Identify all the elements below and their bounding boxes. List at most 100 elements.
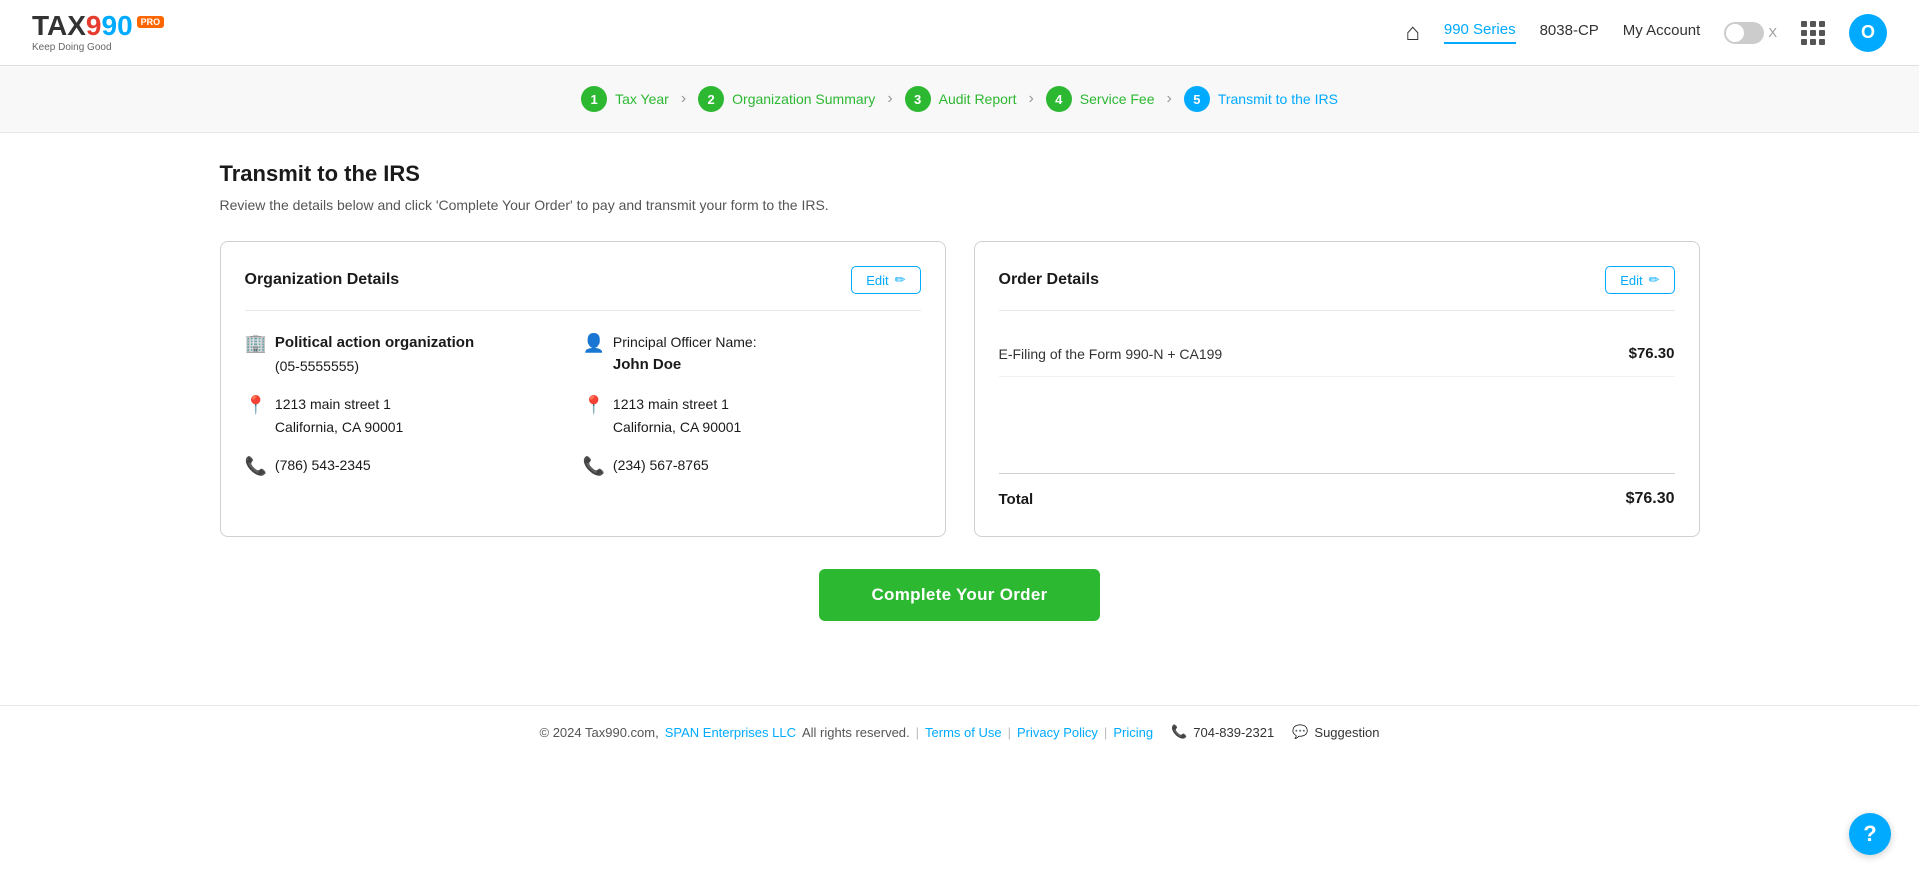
main-content: Transmit to the IRS Review the details b… — [180, 133, 1740, 705]
logo-ninety: 90 — [102, 10, 133, 41]
step-arrow-2: › — [887, 90, 892, 108]
step-1[interactable]: 1 Tax Year — [581, 86, 669, 112]
home-icon[interactable]: ⌂ — [1405, 19, 1420, 47]
org-edit-icon: ✏ — [895, 272, 906, 288]
nav-8038cp[interactable]: 8038-CP — [1540, 22, 1599, 43]
org-edit-label: Edit — [866, 273, 888, 288]
org-card-title: Organization Details — [245, 271, 400, 289]
building-icon: 🏢 — [245, 333, 267, 354]
order-line-item-amount: $76.30 — [1629, 345, 1675, 362]
footer: © 2024 Tax990.com, SPAN Enterprises LLC … — [0, 705, 1919, 758]
phone-icon: 📞 — [245, 456, 267, 477]
principal-address-block: 📍 1213 main street 1 California, CA 9000… — [583, 393, 921, 438]
org-card-header: Organization Details Edit ✏ — [245, 266, 921, 311]
org-details-card: Organization Details Edit ✏ 🏢 Political … — [220, 241, 946, 537]
order-edit-label: Edit — [1620, 273, 1642, 288]
step-5[interactable]: 5 Transmit to the IRS — [1184, 86, 1338, 112]
org-ein: (05-5555555) — [275, 355, 474, 377]
order-card-title: Order Details — [999, 271, 1099, 289]
footer-copyright: © 2024 Tax990.com, — [540, 725, 659, 740]
logo-tagline: Keep Doing Good — [32, 42, 112, 53]
org-name-block: 🏢 Political action organization (05-5555… — [245, 331, 583, 377]
step-2[interactable]: 2 Organization Summary — [698, 86, 875, 112]
footer-privacy-link[interactable]: Privacy Policy — [1017, 725, 1098, 740]
step-2-label: Organization Summary — [732, 91, 875, 107]
header: TAX990 PRO Keep Doing Good ⌂ 990 Series 8… — [0, 0, 1919, 66]
footer-rights: All rights reserved. — [802, 725, 910, 740]
order-line-item-label: E-Filing of the Form 990-N + CA199 — [999, 346, 1223, 362]
nav-toggle[interactable]: X — [1724, 22, 1777, 44]
footer-pricing-link[interactable]: Pricing — [1113, 725, 1153, 740]
footer-phone-number: 704-839-2321 — [1193, 725, 1274, 740]
complete-order-section: Complete Your Order — [220, 537, 1700, 645]
step-3-label: Audit Report — [939, 91, 1017, 107]
org-name: Political action organization — [275, 331, 474, 355]
step-3-circle: 3 — [905, 86, 931, 112]
page-title: Transmit to the IRS — [220, 161, 1700, 187]
order-total-row: Total $76.30 — [999, 474, 1675, 512]
step-1-label: Tax Year — [615, 91, 669, 107]
principal-name-block: 👤 Principal Officer Name: John Doe — [583, 331, 921, 377]
org-address-line2: California, CA 90001 — [275, 416, 403, 438]
org-address-line1: 1213 main street 1 — [275, 393, 403, 415]
logo-area: TAX990 PRO Keep Doing Good — [32, 12, 164, 53]
person-icon: 👤 — [583, 333, 605, 354]
stepper: 1 Tax Year › 2 Organization Summary › 3 … — [0, 66, 1919, 133]
org-left-col: 🏢 Political action organization (05-5555… — [245, 331, 583, 493]
toggle-knob — [1726, 24, 1744, 42]
principal-phone-block: 📞 (234) 567-8765 — [583, 454, 921, 477]
logo[interactable]: TAX990 PRO — [32, 12, 164, 40]
nav-area: ⌂ 990 Series 8038-CP My Account X O — [1405, 14, 1887, 52]
org-phone-block: 📞 (786) 543-2345 — [245, 454, 583, 477]
principal-name: John Doe — [613, 353, 757, 377]
step-4-label: Service Fee — [1080, 91, 1155, 107]
logo-nine: 9 — [86, 10, 102, 41]
order-line-item: E-Filing of the Form 990-N + CA199 $76.3… — [999, 331, 1675, 377]
footer-phone-section: 📞 704-839-2321 — [1171, 724, 1274, 740]
principal-address-line2: California, CA 90001 — [613, 416, 741, 438]
footer-span-link[interactable]: SPAN Enterprises LLC — [665, 725, 796, 740]
complete-order-button[interactable]: Complete Your Order — [819, 569, 1099, 621]
phone-icon: 📞 — [1171, 724, 1187, 740]
org-address-block: 📍 1213 main street 1 California, CA 9000… — [245, 393, 583, 438]
toggle-switch[interactable] — [1724, 22, 1764, 44]
step-3[interactable]: 3 Audit Report — [905, 86, 1017, 112]
grid-menu-icon[interactable] — [1801, 21, 1825, 45]
order-total-amount: $76.30 — [1626, 490, 1675, 508]
step-4[interactable]: 4 Service Fee — [1046, 86, 1155, 112]
logo-pro-badge: PRO — [137, 16, 165, 28]
principal-label: Principal Officer Name: — [613, 331, 757, 353]
org-edit-button[interactable]: Edit ✏ — [851, 266, 920, 294]
org-phone: (786) 543-2345 — [275, 454, 371, 476]
order-edit-button[interactable]: Edit ✏ — [1605, 266, 1674, 294]
step-1-circle: 1 — [581, 86, 607, 112]
footer-suggestion-label: Suggestion — [1314, 725, 1379, 740]
toggle-label: X — [1768, 25, 1777, 40]
suggestion-icon: 💬 — [1292, 724, 1308, 740]
order-card-header: Order Details Edit ✏ — [999, 266, 1675, 311]
step-5-circle: 5 — [1184, 86, 1210, 112]
nav-990-series[interactable]: 990 Series — [1444, 21, 1516, 44]
org-right-col: 👤 Principal Officer Name: John Doe 📍 121… — [583, 331, 921, 493]
principal-phone: (234) 567-8765 — [613, 454, 709, 476]
order-total-label: Total — [999, 491, 1034, 508]
principal-phone-icon: 📞 — [583, 456, 605, 477]
order-details-card: Order Details Edit ✏ E-Filing of the For… — [974, 241, 1700, 537]
step-4-circle: 4 — [1046, 86, 1072, 112]
help-button[interactable]: ? — [1849, 813, 1891, 855]
step-arrow-1: › — [681, 90, 686, 108]
step-arrow-4: › — [1167, 90, 1172, 108]
footer-terms-link[interactable]: Terms of Use — [925, 725, 1002, 740]
principal-location-icon: 📍 — [583, 395, 605, 416]
step-arrow-3: › — [1028, 90, 1033, 108]
location-icon: 📍 — [245, 395, 267, 416]
principal-address-line1: 1213 main street 1 — [613, 393, 741, 415]
logo-tax: TAX — [32, 10, 86, 41]
footer-suggestion-section[interactable]: 💬 Suggestion — [1292, 724, 1379, 740]
step-5-label: Transmit to the IRS — [1218, 91, 1338, 107]
cards-row: Organization Details Edit ✏ 🏢 Political … — [220, 241, 1700, 537]
order-edit-icon: ✏ — [1649, 272, 1660, 288]
nav-my-account[interactable]: My Account — [1623, 22, 1701, 43]
user-avatar[interactable]: O — [1849, 14, 1887, 52]
step-2-circle: 2 — [698, 86, 724, 112]
